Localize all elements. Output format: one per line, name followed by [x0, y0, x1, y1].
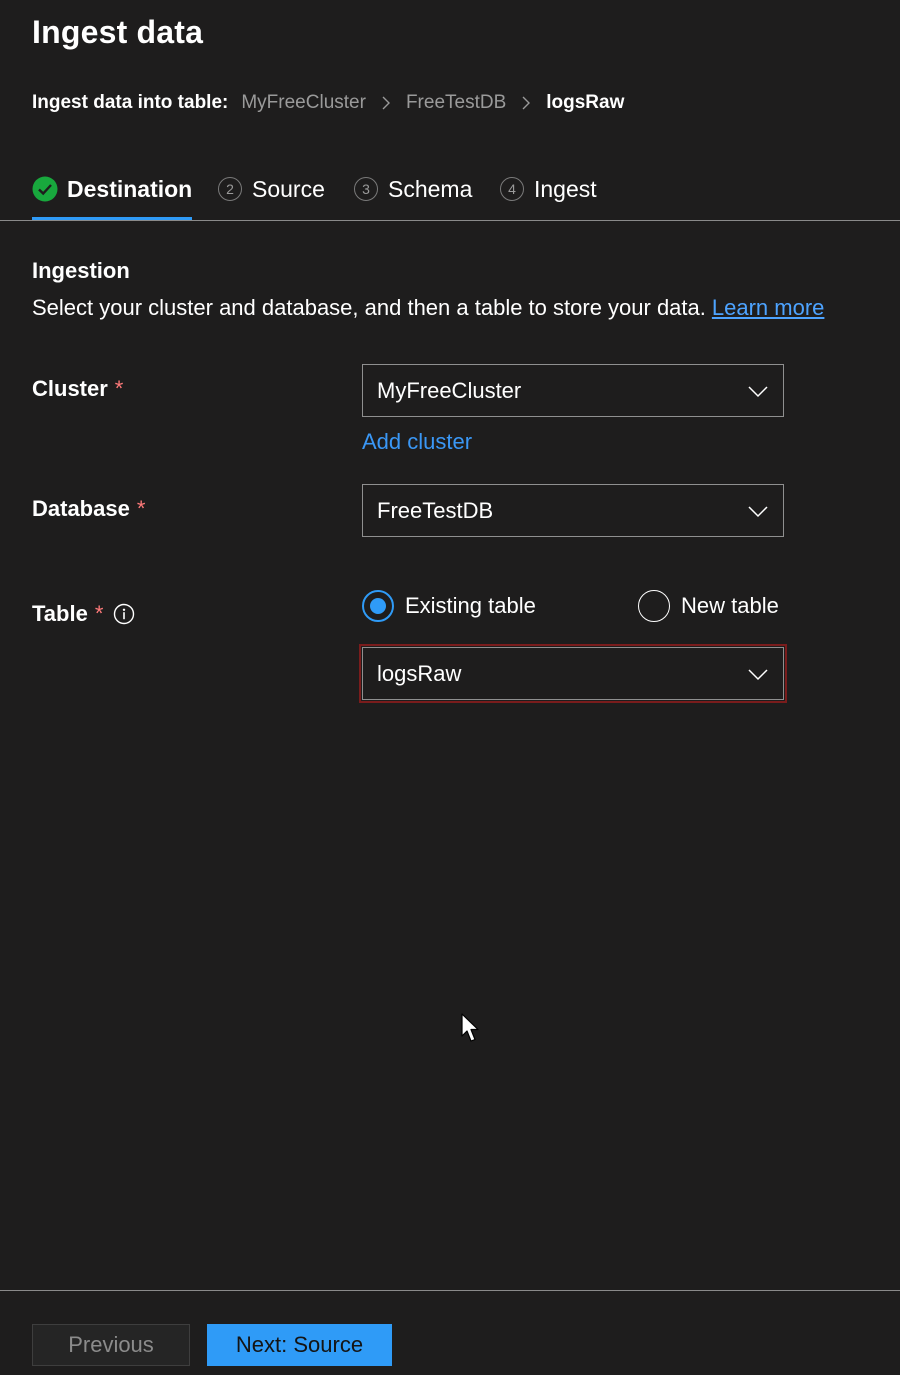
database-label-text: Database — [32, 496, 130, 521]
step-number: 2 — [218, 177, 242, 201]
required-indicator: * — [136, 496, 146, 521]
database-dropdown[interactable]: FreeTestDB — [362, 484, 784, 537]
previous-button[interactable]: Previous — [32, 1324, 190, 1366]
cluster-label: Cluster * — [32, 376, 123, 402]
radio-label: Existing table — [405, 593, 536, 618]
page-title: Ingest data — [32, 14, 204, 50]
next-source-button[interactable]: Next: Source — [207, 1324, 392, 1366]
tab-label: Schema — [388, 175, 473, 202]
tab-destination[interactable]: Destination — [32, 160, 193, 220]
wizard-tabs: Destination 2 Source 3 Schema 4 Ingest — [0, 160, 900, 221]
mouse-pointer-icon — [461, 1013, 479, 1042]
step-number: 4 — [500, 177, 524, 201]
database-label: Database * — [32, 496, 145, 522]
breadcrumb-label: Ingest data into table: — [32, 92, 229, 113]
chevron-down-icon — [748, 505, 768, 517]
cluster-dropdown[interactable]: MyFreeCluster — [362, 364, 784, 417]
tab-label: Source — [252, 175, 325, 202]
required-indicator: * — [114, 376, 124, 401]
chevron-down-icon — [748, 668, 768, 680]
cluster-dropdown-value: MyFreeCluster — [377, 377, 522, 403]
table-label-text: Table — [32, 601, 88, 626]
table-dropdown-value: logsRaw — [377, 660, 462, 686]
radio-existing-table[interactable]: Existing table — [362, 590, 536, 622]
description-text: Select your cluster and database, and th… — [32, 295, 706, 320]
footer-divider — [0, 1290, 900, 1291]
breadcrumb: Ingest data into table: MyFreeCluster Fr… — [32, 90, 624, 116]
tab-label: Ingest — [534, 175, 597, 202]
add-cluster-link[interactable]: Add cluster — [362, 429, 472, 455]
table-dropdown[interactable]: logsRaw — [359, 644, 787, 703]
radio-button-checked[interactable] — [362, 590, 394, 622]
breadcrumb-item-database[interactable]: FreeTestDB — [406, 92, 506, 114]
section-heading: Ingestion — [32, 258, 130, 283]
tab-label: Destination — [67, 175, 193, 202]
radio-label: New table — [681, 593, 779, 618]
chevron-right-icon — [366, 96, 406, 110]
radio-new-table[interactable]: New table — [638, 590, 779, 622]
section-description: Select your cluster and database, and th… — [32, 295, 824, 321]
table-label: Table * — [32, 601, 135, 627]
breadcrumb-item-cluster[interactable]: MyFreeCluster — [241, 92, 366, 114]
step-number: 3 — [354, 177, 378, 201]
chevron-down-icon — [748, 385, 768, 397]
learn-more-link[interactable]: Learn more — [712, 295, 825, 320]
checkmark-circle-icon — [32, 176, 58, 202]
tab-ingest[interactable]: 4 Ingest — [500, 160, 597, 218]
breadcrumb-item-table: logsRaw — [546, 92, 625, 113]
tab-source[interactable]: 2 Source — [218, 160, 325, 218]
table-type-radio-group: Existing table New table — [362, 590, 792, 624]
radio-button-unchecked[interactable] — [638, 590, 670, 622]
cluster-label-text: Cluster — [32, 376, 108, 401]
info-icon[interactable] — [113, 603, 135, 625]
chevron-right-icon — [506, 96, 546, 110]
database-dropdown-value: FreeTestDB — [377, 497, 494, 523]
tab-schema[interactable]: 3 Schema — [354, 160, 472, 218]
required-indicator: * — [94, 601, 104, 626]
